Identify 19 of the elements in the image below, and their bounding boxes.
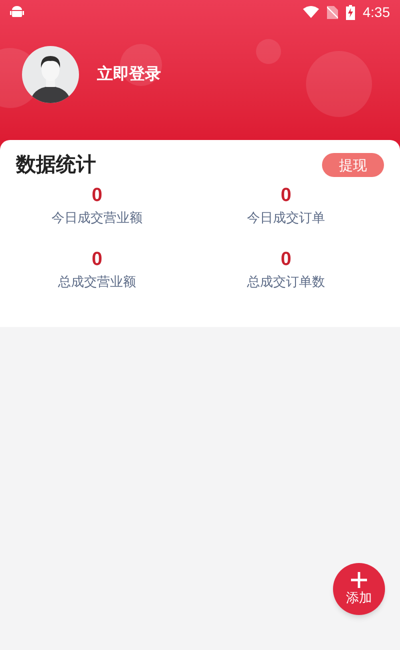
battery-charging-icon (346, 4, 355, 20)
stat-label: 总成交营业额 (58, 273, 136, 291)
add-button[interactable]: 添加 (333, 563, 385, 615)
withdraw-button[interactable]: 提现 (322, 153, 384, 177)
stat-value: 0 (92, 184, 102, 208)
clock: 4:35 (362, 2, 390, 22)
plus-icon (351, 572, 367, 588)
wifi-icon (302, 6, 319, 18)
decorative-bubble (256, 39, 281, 64)
card-title: 数据统计 (16, 152, 96, 178)
stat-label: 今日成交订单 (247, 209, 325, 227)
stat-value: 0 (280, 184, 292, 208)
android-icon (10, 5, 24, 19)
login-link[interactable]: 立即登录 (97, 62, 161, 86)
stat-value: 0 (280, 248, 292, 272)
stat-label: 总成交订单数 (247, 273, 325, 291)
stat-label: 今日成交营业额 (52, 209, 142, 227)
stat-value: 0 (92, 248, 102, 272)
no-sim-icon (326, 6, 338, 18)
